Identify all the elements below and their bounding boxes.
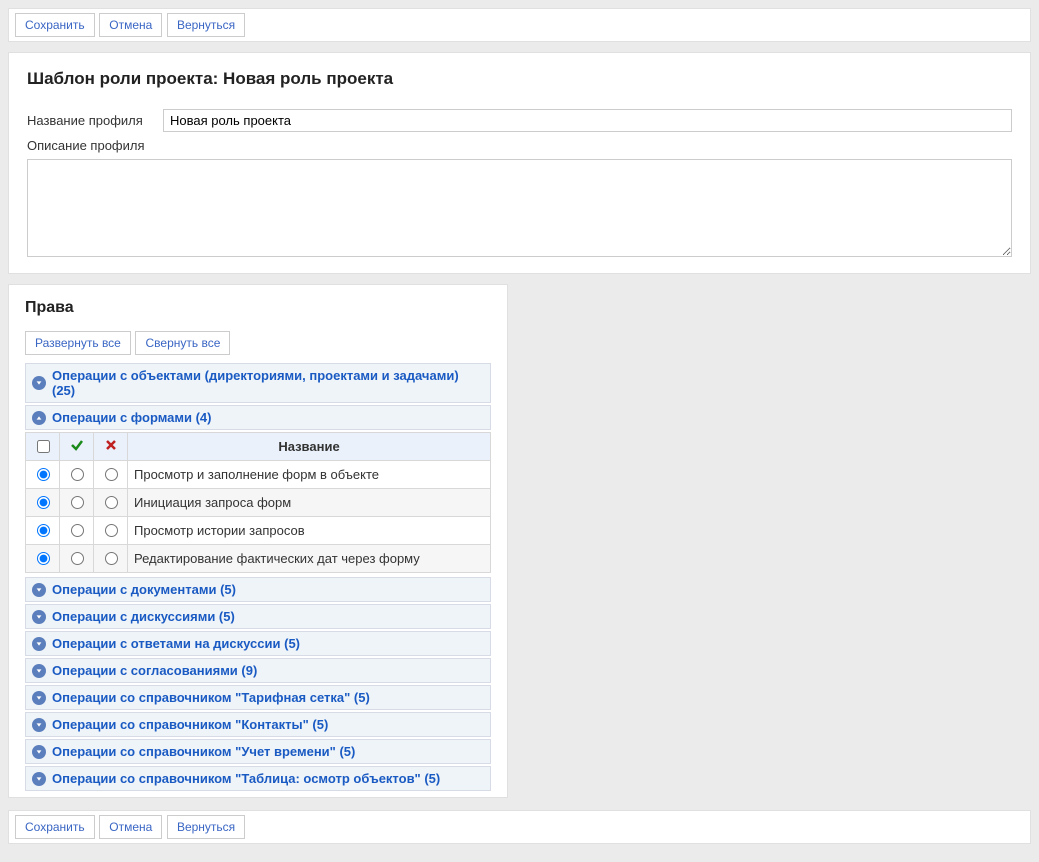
chevron-down-icon <box>32 718 46 732</box>
group-label: Операции со справочником "Учет времени" … <box>52 744 355 759</box>
group-header-objects[interactable]: Операции с объектами (директориями, прое… <box>25 363 491 403</box>
group-header-discussions[interactable]: Операции с дискуссиями (5) <box>25 604 491 629</box>
radio-deny[interactable] <box>105 496 118 509</box>
group-label: Операции с дискуссиями (5) <box>52 609 235 624</box>
col-head-allow-icon <box>60 433 94 461</box>
chevron-down-icon <box>32 637 46 651</box>
back-button-bottom[interactable]: Вернуться <box>167 815 245 839</box>
radio-allow[interactable] <box>71 496 84 509</box>
chevron-down-icon <box>32 610 46 624</box>
group-header-discussion-replies[interactable]: Операции с ответами на дискуссии (5) <box>25 631 491 656</box>
profile-desc-textarea[interactable] <box>27 159 1012 257</box>
bottom-toolbar: Сохранить Отмена Вернуться <box>8 810 1031 844</box>
profile-panel: Шаблон роли проекта: Новая роль проекта … <box>8 52 1031 274</box>
profile-name-row: Название профиля <box>27 109 1012 132</box>
table-row: Просмотр истории запросов <box>26 517 491 545</box>
chevron-down-icon <box>32 664 46 678</box>
cross-icon <box>104 438 118 452</box>
radio-deny[interactable] <box>105 524 118 537</box>
group-label: Операции с согласованиями (9) <box>52 663 257 678</box>
permission-name: Редактирование фактических дат через фор… <box>128 545 491 573</box>
collapse-all-button[interactable]: Свернуть все <box>135 331 230 355</box>
table-row: Инициация запроса форм <box>26 489 491 517</box>
radio-default[interactable] <box>37 468 50 481</box>
permissions-table: Название Просмотр и заполнение форм в об… <box>25 432 491 573</box>
col-head-deny-icon <box>94 433 128 461</box>
group-label: Операции со справочником "Таблица: осмот… <box>52 771 440 786</box>
radio-deny[interactable] <box>105 552 118 565</box>
chevron-down-icon <box>32 376 46 390</box>
chevron-down-icon <box>32 583 46 597</box>
top-toolbar: Сохранить Отмена Вернуться <box>8 8 1031 42</box>
chevron-down-icon <box>32 691 46 705</box>
chevron-down-icon <box>32 772 46 786</box>
expand-all-button[interactable]: Развернуть все <box>25 331 131 355</box>
group-header-approvals[interactable]: Операции с согласованиями (9) <box>25 658 491 683</box>
radio-default[interactable] <box>37 552 50 565</box>
table-row: Просмотр и заполнение форм в объекте <box>26 461 491 489</box>
radio-allow[interactable] <box>71 468 84 481</box>
profile-name-input[interactable] <box>163 109 1012 132</box>
rights-title: Права <box>25 299 491 317</box>
radio-allow[interactable] <box>71 524 84 537</box>
page-title: Шаблон роли проекта: Новая роль проекта <box>27 69 1012 89</box>
profile-desc-row: Описание профиля <box>27 134 1012 257</box>
group-label: Операции с формами (4) <box>52 410 212 425</box>
group-header-dict-contacts[interactable]: Операции со справочником "Контакты" (5) <box>25 712 491 737</box>
group-label: Операции с ответами на дискуссии (5) <box>52 636 300 651</box>
group-header-dict-tariff[interactable]: Операции со справочником "Тарифная сетка… <box>25 685 491 710</box>
group-label: Операции со справочником "Тарифная сетка… <box>52 690 370 705</box>
group-label: Операции с документами (5) <box>52 582 236 597</box>
chevron-down-icon <box>32 745 46 759</box>
radio-deny[interactable] <box>105 468 118 481</box>
radio-default[interactable] <box>37 524 50 537</box>
radio-allow[interactable] <box>71 552 84 565</box>
back-button[interactable]: Вернуться <box>167 13 245 37</box>
cancel-button[interactable]: Отмена <box>99 13 162 37</box>
rights-panel: Права Развернуть все Свернуть все Операц… <box>8 284 508 798</box>
group-header-forms[interactable]: Операции с формами (4) <box>25 405 491 430</box>
permission-name: Инициация запроса форм <box>128 489 491 517</box>
save-button[interactable]: Сохранить <box>15 13 95 37</box>
col-head-name: Название <box>128 433 491 461</box>
save-button-bottom[interactable]: Сохранить <box>15 815 95 839</box>
chevron-up-icon <box>32 411 46 425</box>
radio-default[interactable] <box>37 496 50 509</box>
permission-name: Просмотр и заполнение форм в объекте <box>128 461 491 489</box>
group-label: Операции с объектами (директориями, прое… <box>52 368 484 398</box>
profile-desc-label: Описание профиля <box>27 134 1012 157</box>
profile-name-label: Название профиля <box>27 109 163 132</box>
tree-controls: Развернуть все Свернуть все <box>25 331 491 355</box>
group-header-dict-timesheet[interactable]: Операции со справочником "Учет времени" … <box>25 739 491 764</box>
group-header-dict-inspection[interactable]: Операции со справочником "Таблица: осмот… <box>25 766 491 791</box>
group-label: Операции со справочником "Контакты" (5) <box>52 717 328 732</box>
group-header-documents[interactable]: Операции с документами (5) <box>25 577 491 602</box>
check-icon <box>70 438 84 452</box>
col-head-select[interactable] <box>26 433 60 461</box>
cancel-button-bottom[interactable]: Отмена <box>99 815 162 839</box>
table-row: Редактирование фактических дат через фор… <box>26 545 491 573</box>
select-all-checkbox[interactable] <box>37 440 50 453</box>
permission-name: Просмотр истории запросов <box>128 517 491 545</box>
